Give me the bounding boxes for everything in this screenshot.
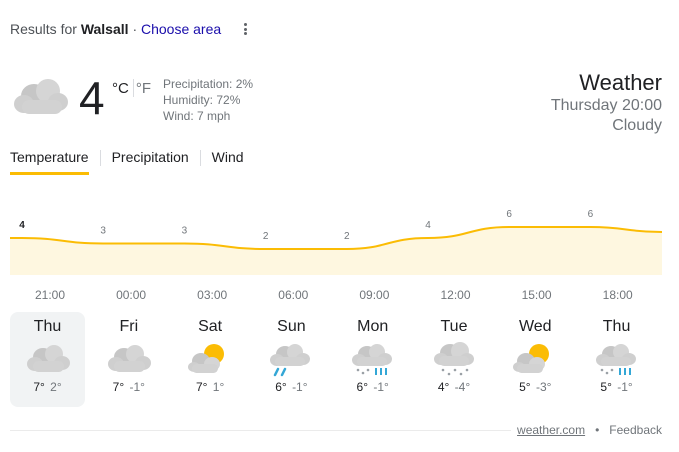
day-name: Sat bbox=[198, 318, 223, 335]
hour-label: 21:00 bbox=[34, 288, 66, 302]
cloud-icon bbox=[14, 79, 68, 114]
day-low: 1° bbox=[212, 380, 225, 394]
temperature-label: 6 bbox=[588, 209, 594, 220]
location-line: Results for Walsall · Choose area bbox=[10, 21, 221, 37]
day-high: 7° bbox=[33, 380, 45, 394]
day-card[interactable]: Sun 6° -1° bbox=[254, 312, 329, 407]
day-temps: 7° 2° bbox=[10, 380, 85, 394]
daily-forecast: Thu 7° 2° Fri 7° -1° Sat 7° 1° Sun 6° -1… bbox=[10, 312, 660, 407]
day-high: 4° bbox=[437, 380, 450, 394]
day-card[interactable]: Thu 7° 2° bbox=[10, 312, 85, 407]
snow-showers-icon bbox=[595, 344, 636, 375]
hour-axis: 21:00 00:00 03:00 06:00 09:00 12:00 15:00 18:00 bbox=[0, 288, 679, 304]
unit-switch: °C °F bbox=[112, 79, 151, 97]
cloud-icon bbox=[107, 345, 151, 372]
temperature-label: 4 bbox=[19, 220, 25, 231]
partly-cloudy-icon bbox=[513, 344, 550, 373]
results-for-label: Results for bbox=[10, 21, 77, 37]
temperature-label: 2 bbox=[344, 231, 350, 242]
hour-label: 09:00 bbox=[359, 288, 390, 302]
footer: weather.com • Feedback bbox=[511, 423, 662, 437]
day-card[interactable]: Sat 7° 1° bbox=[173, 312, 248, 407]
day-low: -3° bbox=[535, 380, 552, 394]
day-name: Thu bbox=[602, 318, 631, 335]
showers-icon bbox=[270, 344, 311, 377]
source-link[interactable]: weather.com bbox=[517, 423, 585, 437]
day-card[interactable]: Fri 7° -1° bbox=[91, 312, 166, 407]
day-temps: 7° -1° bbox=[91, 380, 166, 394]
day-low: -4° bbox=[454, 380, 471, 394]
tab-bar: Temperature Precipitation Wind bbox=[10, 149, 244, 175]
day-high: 7° bbox=[195, 380, 208, 394]
day-name: Mon bbox=[357, 318, 389, 335]
separator: · bbox=[132, 21, 138, 37]
day-high: 5° bbox=[519, 380, 531, 394]
partly-cloudy-icon bbox=[188, 344, 225, 373]
day-temps: 5° -3° bbox=[498, 380, 573, 394]
temperature-label: 6 bbox=[506, 209, 512, 220]
day-low: -1° bbox=[373, 380, 389, 394]
day-name: Wed bbox=[518, 318, 552, 335]
hour-label: 12:00 bbox=[440, 288, 471, 302]
day-temps: 4° -4° bbox=[416, 380, 491, 394]
weather-time: Thursday 20:00 bbox=[550, 97, 662, 114]
day-card[interactable]: Wed 5° -3° bbox=[498, 312, 573, 407]
day-card[interactable]: Mon 6° -1° bbox=[335, 312, 410, 407]
hour-label: 03:00 bbox=[197, 288, 228, 302]
feedback-link[interactable]: Feedback bbox=[609, 423, 662, 437]
current-details: Precipitation: 2% Humidity: 72% Wind: 7 … bbox=[163, 76, 253, 124]
hour-label: 00:00 bbox=[116, 288, 147, 302]
day-name: Sun bbox=[277, 318, 306, 335]
tab-wind[interactable]: Wind bbox=[212, 149, 244, 175]
weather-condition: Cloudy bbox=[612, 117, 662, 134]
hour-label: 06:00 bbox=[278, 288, 309, 302]
day-temps: 6° -1° bbox=[335, 380, 410, 394]
day-low: -1° bbox=[292, 380, 308, 394]
hour-label: 15:00 bbox=[521, 288, 552, 302]
fahrenheit-unit[interactable]: °F bbox=[136, 80, 151, 97]
more-options-icon[interactable] bbox=[238, 20, 252, 38]
day-low: -1° bbox=[129, 380, 145, 394]
location-name: Walsall bbox=[80, 21, 129, 37]
day-card[interactable]: Thu 5° -1° bbox=[579, 312, 654, 407]
precipitation-text: Precipitation: 2% bbox=[163, 77, 254, 91]
footer-dot: • bbox=[595, 423, 600, 437]
day-temps: 6° -1° bbox=[254, 380, 329, 394]
temperature-label: 4 bbox=[425, 220, 431, 231]
celsius-unit[interactable]: °C bbox=[112, 80, 129, 97]
day-high: 6° bbox=[356, 380, 369, 394]
current-temperature: 4 bbox=[79, 72, 105, 124]
day-high: 6° bbox=[275, 380, 287, 394]
weather-title: Weather bbox=[579, 70, 662, 95]
day-temps: 5° -1° bbox=[579, 380, 654, 394]
tab-precipitation[interactable]: Precipitation bbox=[112, 149, 189, 175]
day-low: 2° bbox=[50, 380, 62, 394]
day-name: Fri bbox=[119, 318, 139, 335]
cloud-icon bbox=[26, 345, 70, 372]
day-low: -1° bbox=[617, 380, 633, 394]
temperature-area bbox=[10, 227, 662, 275]
hour-label: 18:00 bbox=[602, 288, 633, 302]
day-high: 5° bbox=[600, 380, 612, 394]
temperature-label: 3 bbox=[182, 226, 188, 237]
temperature-chart: 4 3 3 2 2 4 6 6 bbox=[10, 209, 663, 275]
day-card[interactable]: Tue 4° -4° bbox=[416, 312, 491, 407]
day-temps: 7° 1° bbox=[173, 380, 248, 394]
choose-area-link[interactable]: Choose area bbox=[141, 21, 221, 37]
weather-summary: Weather Thursday 20:00 Cloudy bbox=[551, 70, 662, 136]
day-name: Tue bbox=[440, 318, 468, 335]
day-name: Thu bbox=[33, 318, 62, 335]
snow-icon bbox=[433, 342, 474, 376]
humidity-text: Humidity: 72% bbox=[163, 93, 241, 107]
wind-text: Wind: 7 mph bbox=[163, 109, 231, 123]
temperature-label: 3 bbox=[100, 226, 106, 237]
tab-temperature[interactable]: Temperature bbox=[10, 149, 89, 175]
snow-showers-icon bbox=[351, 344, 392, 375]
temperature-label: 2 bbox=[263, 231, 269, 242]
day-high: 7° bbox=[112, 380, 125, 394]
